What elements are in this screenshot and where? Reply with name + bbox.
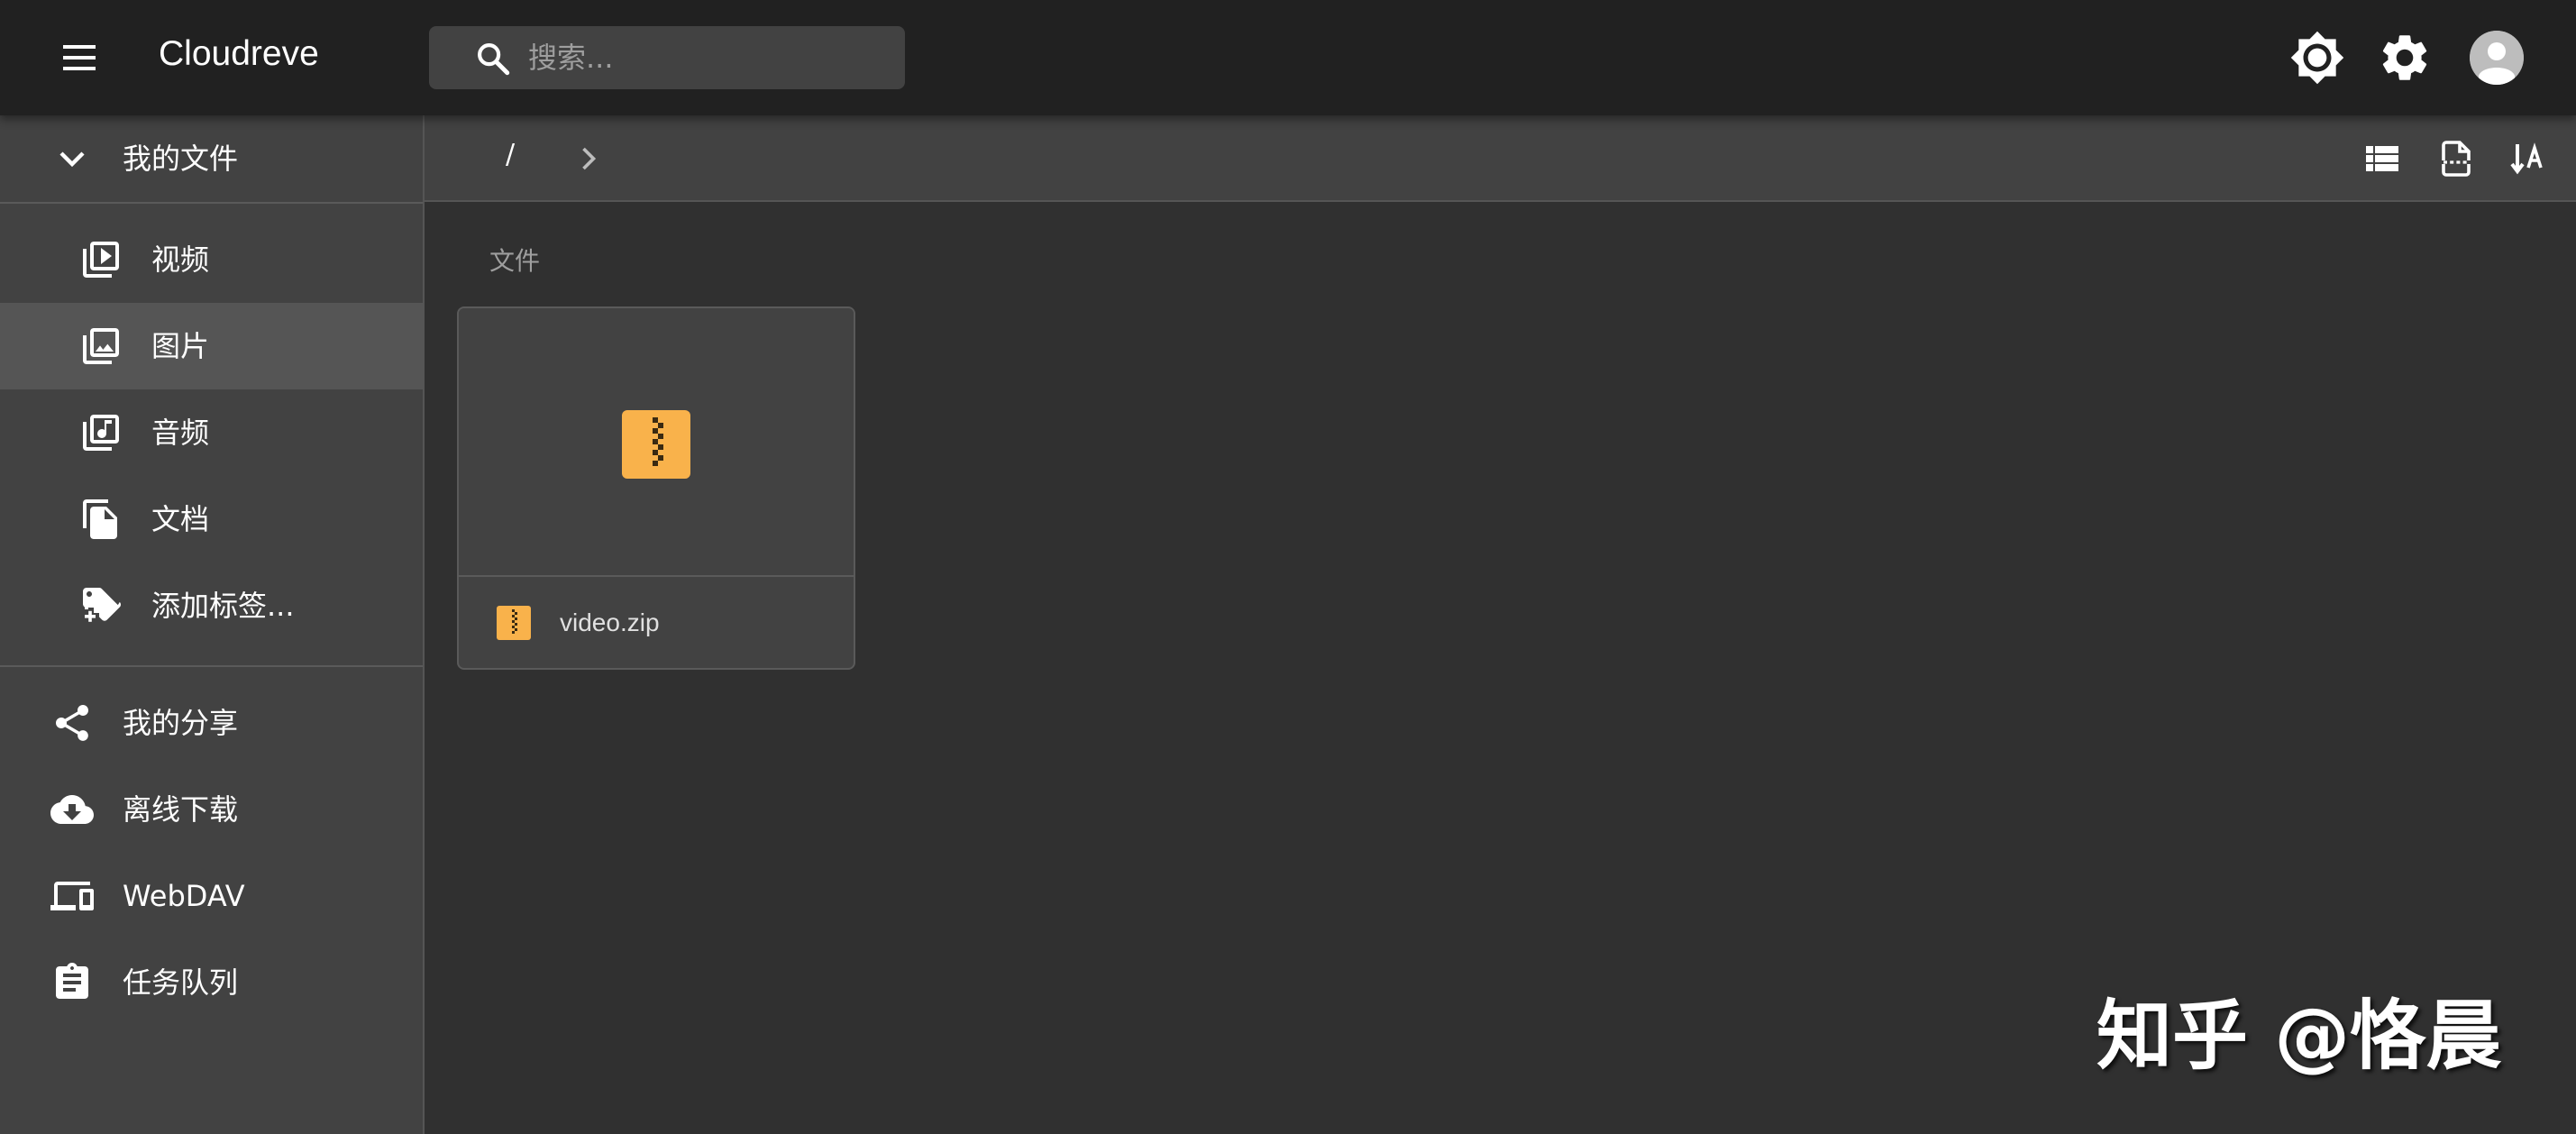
sidebar-item-label: 任务队列 — [123, 965, 239, 1000]
divider — [0, 202, 423, 204]
watermark-text: 知乎 @恪晨 — [2096, 992, 2502, 1080]
file-preview — [459, 308, 854, 577]
sidebar-item-videos[interactable]: 视频 — [0, 216, 423, 303]
sidebar-item-webdav[interactable]: WebDAV — [0, 853, 423, 939]
app-bar: Cloudreve — [0, 0, 2576, 115]
sidebar-item-label: WebDAV — [123, 879, 245, 913]
add-tag-icon — [83, 588, 121, 622]
sidebar-item-label: 视频 — [151, 242, 210, 277]
settings-button[interactable] — [2377, 30, 2433, 86]
sidebar-item-audio[interactable]: 音频 — [0, 389, 423, 476]
user-avatar[interactable] — [2470, 31, 2524, 85]
sidebar-item-label: 音频 — [151, 416, 210, 450]
sidebar: 我的文件 视频 图片 音频 文档 添加标签... 我的分享 离线下载 WebDA… — [0, 115, 425, 1134]
clipboard-list-icon — [56, 963, 88, 999]
breadcrumb-root[interactable]: / — [506, 139, 515, 170]
sidebar-item-my-shares[interactable]: 我的分享 — [0, 680, 423, 766]
chevron-down-icon — [59, 151, 85, 168]
sidebar-item-add-tag[interactable]: 添加标签... — [0, 562, 423, 649]
divider — [0, 665, 423, 667]
sidebar-item-label: 添加标签... — [151, 589, 295, 623]
brightness-icon — [2290, 31, 2344, 85]
file-outline-icon[interactable] — [2434, 137, 2478, 180]
list-view-icon[interactable] — [2361, 137, 2404, 180]
sidebar-item-label: 我的分享 — [123, 706, 239, 740]
sidebar-item-label: 图片 — [151, 329, 210, 363]
photo-library-icon — [83, 328, 119, 364]
music-library-icon — [83, 415, 119, 451]
search-input[interactable] — [528, 26, 889, 89]
menu-button[interactable] — [52, 36, 106, 79]
sidebar-item-documents[interactable]: 文档 — [0, 476, 423, 562]
sidebar-item-task-queue[interactable]: 任务队列 — [0, 939, 423, 1026]
devices-icon — [50, 882, 94, 910]
search-box[interactable] — [429, 26, 905, 89]
sidebar-item-offline-download[interactable]: 离线下载 — [0, 766, 423, 853]
cloud-download-icon — [50, 795, 94, 824]
search-icon — [478, 43, 510, 76]
sidebar-item-label: 我的文件 — [123, 142, 239, 176]
section-label-files: 文件 — [489, 246, 541, 276]
file-card[interactable]: video.zip — [457, 306, 855, 670]
share-icon — [56, 705, 88, 741]
zip-file-icon — [497, 606, 531, 640]
zip-file-icon — [622, 410, 690, 479]
app-title: Cloudreve — [159, 34, 319, 73]
sidebar-item-label: 文档 — [151, 502, 210, 536]
video-library-icon — [83, 242, 119, 278]
sidebar-item-my-files[interactable]: 我的文件 — [0, 115, 423, 202]
sidebar-item-label: 离线下载 — [123, 792, 239, 827]
chevron-right-icon[interactable] — [569, 139, 608, 178]
file-copy-icon — [83, 499, 117, 539]
sidebar-item-images[interactable]: 图片 — [0, 303, 423, 389]
file-name: video.zip — [560, 608, 660, 636]
toolbar: / — [425, 115, 2576, 202]
account-circle-icon — [2470, 31, 2524, 85]
menu-icon — [63, 45, 96, 70]
theme-toggle-button[interactable] — [2289, 30, 2345, 86]
gear-icon — [2382, 35, 2427, 80]
sort-alpha-icon[interactable] — [2508, 137, 2552, 180]
